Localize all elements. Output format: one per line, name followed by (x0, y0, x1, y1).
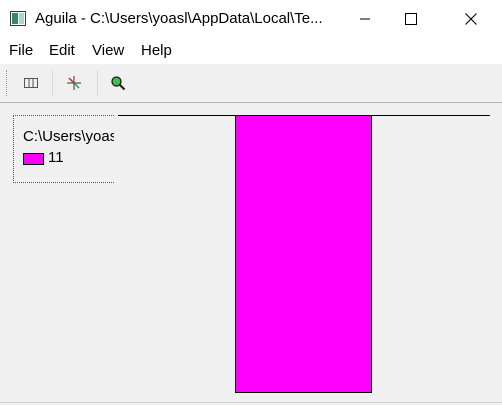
columns-button[interactable] (20, 72, 42, 94)
legend-entry-label: 11 (48, 149, 64, 166)
window-title: Aguila - C:\Users\yoasl\AppData\Local\Te… (35, 10, 323, 27)
menu-help[interactable]: Help (141, 42, 172, 59)
menu-edit[interactable]: Edit (49, 42, 75, 59)
toolbar-grip[interactable] (6, 70, 8, 96)
columns-icon (24, 78, 38, 88)
bar-11 (235, 115, 372, 393)
toolbar-divider (0, 102, 502, 103)
aguila-app-icon (10, 11, 26, 26)
menu-file[interactable]: File (9, 42, 33, 59)
toolbar-separator (52, 70, 53, 96)
maximize-icon (405, 13, 417, 25)
close-icon (465, 13, 477, 25)
window-bottom-edge (0, 402, 502, 403)
maximize-button[interactable] (388, 0, 434, 38)
legend: C:\Users\yoasl 11 (13, 115, 114, 183)
legend-swatch (23, 153, 44, 165)
crosshair-icon (67, 76, 81, 90)
toolbar-separator (97, 70, 98, 96)
minimize-button[interactable] (342, 0, 388, 38)
minimize-icon (360, 18, 370, 20)
close-button[interactable] (448, 0, 494, 38)
menu-bar (0, 38, 502, 64)
legend-title: C:\Users\yoasl (23, 128, 114, 145)
zoom-icon (111, 76, 126, 91)
zoom-button[interactable] (107, 72, 129, 94)
menu-view[interactable]: View (92, 42, 124, 59)
crosshair-button[interactable] (63, 72, 85, 94)
